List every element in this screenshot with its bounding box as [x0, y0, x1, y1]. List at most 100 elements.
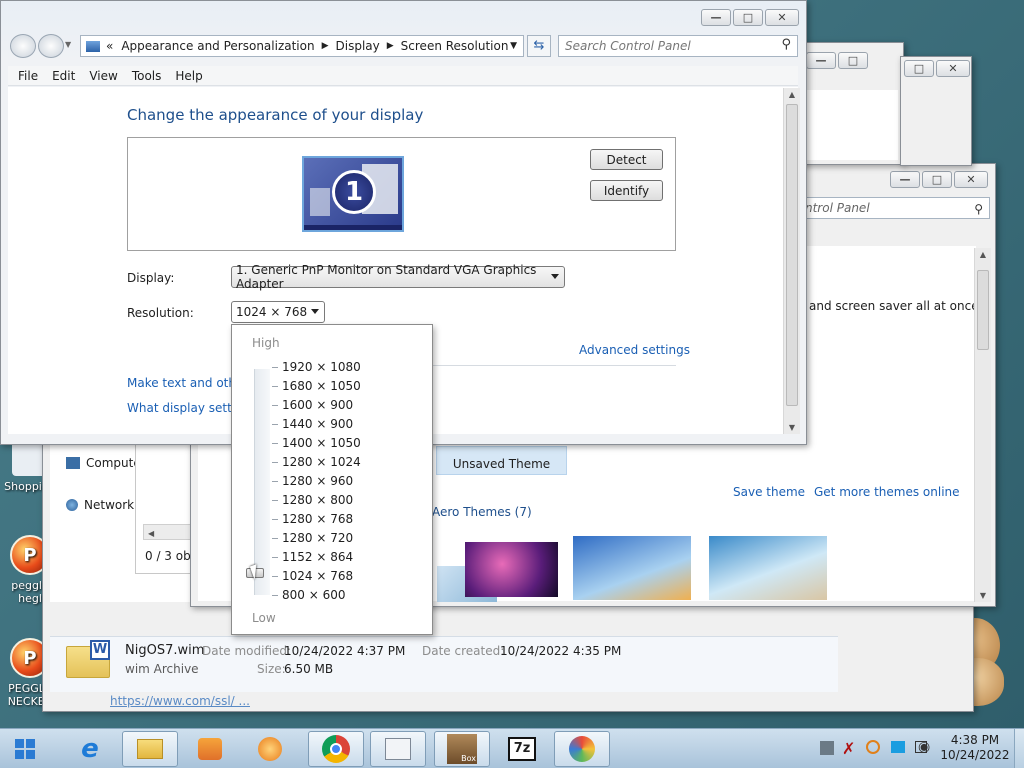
start-button[interactable] [2, 731, 48, 767]
taskbar-explorer[interactable] [122, 731, 178, 767]
search-icon: ⚲ [781, 37, 791, 52]
taskbar-control-panel[interactable] [370, 731, 426, 767]
theme-tile[interactable]: Unsaved Theme [436, 446, 567, 475]
taskbar-ie[interactable]: e [62, 731, 118, 767]
search-input[interactable]: Search Control Panel ⚲ [558, 35, 798, 57]
resolution-option[interactable]: 1600 × 900 [282, 396, 353, 414]
bg-scrollbar[interactable]: ▲ ▼ [974, 248, 991, 602]
taskbar-7zip[interactable]: 7z [494, 731, 550, 767]
control-panel-icon [86, 40, 100, 52]
divider [433, 365, 676, 366]
resolution-option[interactable]: 1920 × 1080 [282, 358, 361, 376]
close-button[interactable]: ✕ [936, 60, 970, 77]
network-icon [66, 499, 78, 511]
taskbar-chrome[interactable] [308, 731, 364, 767]
resolution-option[interactable]: 1440 × 900 [282, 415, 353, 433]
show-desktop-button[interactable] [1014, 729, 1024, 768]
nav-computer[interactable]: Compute [66, 456, 141, 470]
taskbar-app[interactable] [242, 731, 298, 767]
taskbar-virtualbox[interactable]: Box [434, 731, 490, 767]
wim-file-icon: W [66, 640, 112, 678]
recent-pages-dropdown[interactable]: ▼ [65, 40, 71, 49]
clock-time: 4:38 PM [950, 733, 1000, 747]
resolution-option[interactable]: 1400 × 1050 [282, 434, 361, 452]
more-themes-link[interactable]: Get more themes online [814, 485, 960, 499]
breadcrumb-appearance[interactable]: Appearance and Personalization [121, 39, 314, 53]
address-bar[interactable]: « Appearance and Personalization ▶ Displ… [80, 35, 524, 57]
menu-tools[interactable]: Tools [132, 69, 162, 83]
advanced-settings-link[interactable]: Advanced settings [579, 343, 690, 357]
minimize-button[interactable]: — [701, 9, 731, 26]
menu-view[interactable]: View [89, 69, 117, 83]
close-button[interactable]: ✕ [954, 171, 988, 188]
detect-button[interactable]: Detect [590, 149, 663, 170]
resolution-option[interactable]: 1280 × 768 [282, 510, 353, 528]
created-label: Date created: [422, 644, 505, 658]
h-scrollbar[interactable]: ◀ [143, 524, 193, 540]
chrome-icon [322, 735, 350, 763]
forward-button[interactable] [38, 34, 64, 58]
resolution-option[interactable]: 1680 × 1050 [282, 377, 361, 395]
media-player-icon [198, 738, 222, 760]
volume-icon[interactable]: ◉ [918, 739, 930, 755]
7zip-icon: 7z [508, 737, 536, 761]
bg-search-box[interactable]: ntrol Panel ⚲ [800, 197, 990, 219]
tray-icon-2[interactable]: ✗ [842, 739, 855, 758]
menu-file[interactable]: File [18, 69, 38, 83]
taskbar-media[interactable] [182, 731, 238, 767]
resolution-select[interactable]: 1024 × 768 [231, 301, 325, 323]
breadcrumb-prefix: « [106, 39, 114, 53]
resolution-option[interactable]: 1280 × 800 [282, 491, 353, 509]
resolution-option[interactable]: 800 × 600 [282, 586, 346, 604]
breadcrumb-separator-icon: ▶ [386, 41, 394, 51]
resolution-option[interactable]: 1280 × 720 [282, 529, 353, 547]
address-dropdown-icon[interactable]: ▼ [510, 41, 517, 51]
menu-edit[interactable]: Edit [52, 69, 75, 83]
resolution-option[interactable]: 1152 × 864 [282, 548, 353, 566]
identify-button[interactable]: Identify [590, 180, 663, 201]
maximize-button[interactable]: □ [838, 52, 868, 69]
folder-icon [137, 739, 163, 759]
resolution-popup: High Low 1920 × 1080 1680 × 1050 1600 × 90… [231, 324, 433, 635]
theme-thumb-2[interactable] [465, 542, 558, 597]
refresh-button[interactable]: ⇆ [527, 35, 551, 57]
back-button[interactable] [10, 34, 36, 58]
maximize-button[interactable]: □ [904, 60, 934, 77]
monitor-1-tile[interactable]: 1 [302, 156, 404, 232]
resolution-slider-track[interactable] [254, 369, 270, 595]
tray-icon-1[interactable] [820, 741, 834, 755]
tray-icon-3[interactable] [866, 740, 880, 754]
monitor-number: 1 [332, 170, 376, 214]
minimize-button[interactable]: — [890, 171, 920, 188]
resolution-option[interactable]: 1280 × 1024 [282, 453, 361, 471]
tray-icon-4[interactable] [891, 741, 905, 753]
display-label: Display: [127, 271, 175, 285]
close-button[interactable]: ✕ [765, 9, 799, 26]
nav-network[interactable]: Network [66, 498, 134, 512]
clock[interactable]: 4:38 PM 10/24/2022 [940, 733, 1010, 763]
computer-icon [66, 457, 80, 469]
maximize-button[interactable]: □ [922, 171, 952, 188]
theme-thumb-4[interactable] [709, 536, 827, 600]
taskbar-personalization[interactable] [554, 731, 610, 767]
ie-icon: e [81, 734, 99, 764]
taskbar: e Box 7z ✗ ◉ 4:38 PM 10/24/2022 [0, 728, 1024, 768]
display-select[interactable]: 1. Generic PnP Monitor on Standard VGA G… [231, 263, 565, 291]
resolution-option[interactable]: 1024 × 768 [282, 567, 353, 585]
minimize-button[interactable]: — [806, 52, 836, 69]
theme-thumb-3[interactable] [573, 536, 691, 600]
resolution-option[interactable]: 1280 × 960 [282, 472, 353, 490]
main-scrollbar[interactable]: ▲ ▼ [783, 88, 800, 434]
menu-bar: File Edit View Tools Help [8, 66, 798, 86]
small-window-content [806, 90, 898, 160]
search-icon: ⚲ [974, 202, 983, 216]
url-link[interactable]: https://www.com/ssl/ ... [110, 694, 250, 708]
modified-label: Date modified: [202, 644, 292, 658]
breadcrumb-display[interactable]: Display [336, 39, 380, 53]
menu-help[interactable]: Help [175, 69, 202, 83]
save-theme-link[interactable]: Save theme [733, 485, 805, 499]
breadcrumb-screen-resolution[interactable]: Screen Resolution [401, 39, 509, 53]
slider-tick [272, 405, 278, 406]
maximize-button[interactable]: □ [733, 9, 763, 26]
clock-date: 10/24/2022 [940, 748, 1010, 762]
